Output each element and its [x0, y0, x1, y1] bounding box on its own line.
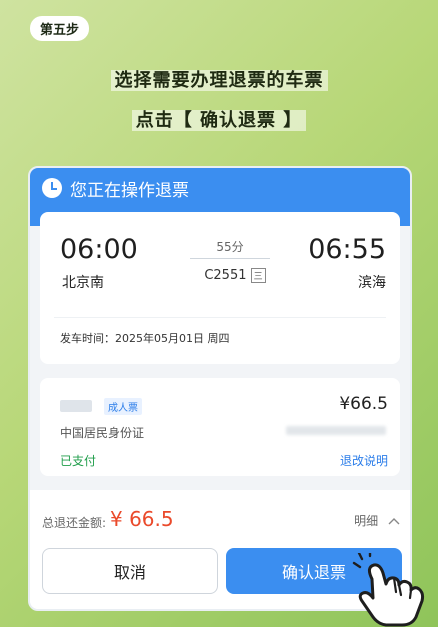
- ticket-price: ¥66.5: [339, 394, 388, 414]
- pointing-hand-icon: [352, 553, 425, 627]
- clock-icon: [42, 178, 62, 198]
- refund-rules-link[interactable]: 退改说明: [340, 452, 388, 469]
- refund-panel: 您正在操作退票 06:00 55分 06:55 北京南 C2551 三 滨海 发…: [28, 166, 412, 611]
- divider: [54, 317, 386, 318]
- trip-card: 06:00 55分 06:55 北京南 C2551 三 滨海 发车时间：2025…: [40, 212, 400, 364]
- chevron-up-icon: [388, 514, 400, 528]
- departure-station: 北京南: [62, 275, 104, 291]
- id-number-blurred: [286, 426, 386, 435]
- passenger-name-blurred: [60, 400, 92, 412]
- refund-total-amount: ¥ 66.5: [110, 507, 174, 531]
- step-badge: 第五步: [30, 16, 90, 41]
- train-number: C2551 三: [190, 268, 280, 283]
- id-type: 中国居民身份证: [60, 426, 145, 440]
- detail-toggle[interactable]: 明细: [354, 512, 400, 529]
- trip-line: [190, 258, 270, 259]
- ticket-type-badge: 成人票: [104, 398, 142, 415]
- arrival-time: 06:55: [308, 234, 386, 265]
- headline-line1: 选择需要办理退票的车票: [0, 66, 438, 92]
- train-info-icon: 三: [250, 268, 266, 283]
- arrival-station: 滨海: [358, 275, 386, 291]
- refund-total-label: 总退还金额:: [42, 516, 107, 530]
- payment-status: 已支付: [60, 454, 97, 468]
- cancel-button[interactable]: 取消: [42, 548, 218, 594]
- trip-duration: 55分: [216, 240, 244, 254]
- passenger-card[interactable]: 成人票 ¥66.5 中国居民身份证 已支付 退改说明: [40, 378, 400, 476]
- departure-datetime: 发车时间：2025年05月01日 周四: [60, 332, 230, 345]
- departure-time: 06:00: [60, 234, 138, 265]
- panel-title: 您正在操作退票: [70, 181, 189, 201]
- headline-line2: 点击【 确认退票 】: [0, 106, 438, 132]
